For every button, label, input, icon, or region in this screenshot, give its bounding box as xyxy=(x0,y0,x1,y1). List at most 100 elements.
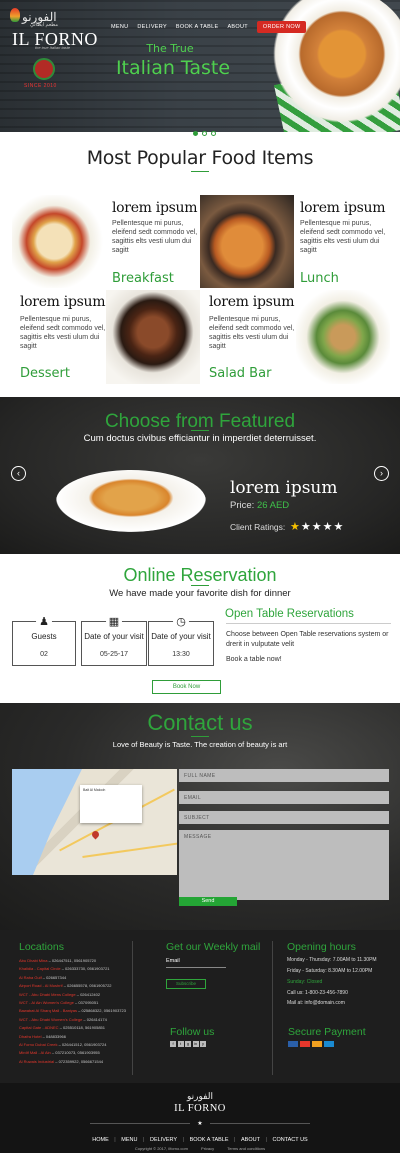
footer-logo-name[interactable]: IL FORNO xyxy=(0,1103,400,1114)
chevron-right-icon[interactable]: › xyxy=(374,466,389,481)
footer-nav-contact[interactable]: CONTACT US xyxy=(272,1137,307,1143)
location-line[interactable]: Capital Gate - ADNEC – 025510118, 561905… xyxy=(19,1025,105,1030)
guests-selector[interactable]: ♟ Guests 02 xyxy=(12,614,76,666)
chevron-left-icon[interactable]: ‹ xyxy=(11,466,26,481)
amex-icon xyxy=(324,1041,334,1047)
open-table-desc: Choose between Open Table reservations s… xyxy=(226,631,389,648)
footer-nav-delivery[interactable]: DELIVERY xyxy=(150,1137,177,1143)
dessert-image[interactable] xyxy=(106,290,200,384)
clock-icon: ◷ xyxy=(173,614,189,630)
popular-heading: Most Popular Food Items xyxy=(86,147,314,169)
location-name: Al Raha Gulf xyxy=(19,974,42,980)
slider-dot-2[interactable] xyxy=(202,131,207,136)
item-title[interactable]: lorem ipsum xyxy=(300,200,386,216)
featured-item-name[interactable]: lorem ipsum xyxy=(230,478,338,498)
location-line[interactable]: Al Ruwais Industrial – 072359922, 056667… xyxy=(19,1059,103,1064)
location-line[interactable]: Abu Dhabi Mina – 026447511, 0561905720 xyxy=(19,958,96,963)
full-name-field[interactable]: FULL NAME xyxy=(179,769,389,782)
location-line[interactable]: Mirdif Mall - Al Ain – 037210073, 056190… xyxy=(19,1050,100,1055)
location-line[interactable]: Dhafra Hotel – 048833966 xyxy=(19,1034,66,1039)
location-line[interactable]: WCT - Abu Dhabi Women's College – 026414… xyxy=(19,1017,107,1022)
nav-menu[interactable]: MENU xyxy=(111,24,128,30)
item-title[interactable]: lorem ipsum xyxy=(112,200,198,216)
location-phones: 026414174 xyxy=(86,1016,107,1022)
send-button[interactable]: Send xyxy=(179,897,237,906)
category-breakfast[interactable]: Breakfast xyxy=(112,271,174,286)
terms-link[interactable]: Terms and conditions xyxy=(227,1146,265,1151)
users-icon: ♟ xyxy=(36,614,52,630)
map-info-window[interactable]: Bait Al Malooh xyxy=(80,785,142,823)
subscribe-button[interactable]: Subscribe xyxy=(166,979,206,989)
google-plus-icon[interactable]: g xyxy=(185,1041,191,1047)
slider-dot-3[interactable] xyxy=(211,131,216,136)
email-label: Email xyxy=(166,958,180,964)
book-now-button[interactable]: Book Now xyxy=(152,680,221,694)
location-phones: 026655578, 0561905722 xyxy=(67,983,112,989)
lunch-image[interactable] xyxy=(200,195,294,288)
fried-shrimp-image[interactable] xyxy=(56,470,206,532)
map-road xyxy=(82,842,177,858)
slider-dot-1[interactable] xyxy=(193,131,198,136)
rating-label: Client Ratings: xyxy=(230,522,286,532)
time-value: 13:30 xyxy=(172,651,190,658)
item-title[interactable]: lorem ipsum xyxy=(209,294,295,310)
nav-book-table[interactable]: BOOK A TABLE xyxy=(176,24,219,30)
location-name: Mirdif Mall - Al Ain xyxy=(19,1050,51,1056)
date-picker[interactable]: ▦ Date of your visit 05-25-17 xyxy=(81,614,147,666)
logo-flame-icon xyxy=(10,8,20,22)
item-desc: Pellentesque mi purus, eleifend sedt com… xyxy=(209,316,295,350)
follow-title: Follow us xyxy=(170,1026,215,1038)
privacy-link[interactable]: Privacy xyxy=(201,1146,214,1151)
location-phones: 026447511, 0561905720 xyxy=(51,958,97,963)
footer-nav-home[interactable]: HOME xyxy=(92,1137,109,1143)
footer-nav-menu[interactable]: MENU xyxy=(121,1137,137,1143)
since-badge-icon xyxy=(33,58,55,80)
breakfast-image[interactable] xyxy=(12,195,106,288)
featured-rating: Client Ratings: ★★★★★ xyxy=(230,520,344,533)
location-line[interactable]: Airport Road - Al Mushrif – 026655578, 0… xyxy=(19,983,112,988)
twitter-icon[interactable]: t xyxy=(177,1041,184,1047)
location-phones: 026441512, 0561903724 xyxy=(61,1042,107,1047)
payment-cards xyxy=(288,1041,334,1047)
map-pin-icon[interactable] xyxy=(90,829,101,840)
phone-number[interactable]: Call us: 1-800-23-456-7890 xyxy=(287,990,348,996)
facebook-icon[interactable]: f xyxy=(170,1041,176,1047)
salad-image[interactable] xyxy=(296,290,390,384)
email-address[interactable]: Mail at: info@domain.com xyxy=(287,1000,345,1006)
order-now-button[interactable]: ORDER NOW xyxy=(256,21,307,33)
location-line[interactable]: Al Forno Dubai Creek – 026441512, 056190… xyxy=(19,1042,106,1047)
email-field[interactable]: EMAIL xyxy=(179,791,389,804)
location-phones: 048833966 xyxy=(45,1033,66,1039)
category-dessert[interactable]: Dessert xyxy=(20,366,70,381)
hours-sunday: Sunday: Closed xyxy=(287,979,323,985)
featured-underline xyxy=(191,430,209,431)
location-line[interactable]: WCT - Abu Dhabi Mens College – 026412402 xyxy=(19,992,100,997)
map-info-title: Bait Al Malooh xyxy=(83,788,106,792)
subject-field[interactable]: SUBJECT xyxy=(179,811,389,824)
nav-about[interactable]: ABOUT xyxy=(227,24,247,30)
footer-divider xyxy=(272,941,273,1075)
location-line[interactable]: Al Raha Gulf – 026657344 xyxy=(19,975,66,980)
location-line[interactable]: Bawabat Al Sharq Mall - Baniyas – 025868… xyxy=(19,1008,126,1013)
category-salad-bar[interactable]: Salad Bar xyxy=(209,366,271,381)
calendar-icon: ▦ xyxy=(106,614,122,630)
location-name: WCT - Al Ain Women's College xyxy=(19,1000,74,1005)
nav-delivery[interactable]: DELIVERY xyxy=(137,24,167,30)
category-lunch[interactable]: Lunch xyxy=(300,271,339,286)
time-picker[interactable]: ◷ Date of your visit 13:30 xyxy=(148,614,214,666)
location-line[interactable]: Khalidia - Capital Circle – 026333730, 0… xyxy=(19,966,110,971)
footer-nav-book[interactable]: BOOK A TABLE xyxy=(190,1137,229,1143)
footer-nav-about[interactable]: ABOUT xyxy=(241,1137,260,1143)
item-desc: Pellentesque mi purus, eleifend sedt com… xyxy=(300,220,386,254)
secure-payment-title: Secure Payment xyxy=(288,1026,366,1038)
location-phones: 026657344 xyxy=(46,974,67,980)
newsletter-email-input[interactable] xyxy=(166,967,226,968)
map-water xyxy=(12,769,82,875)
location-line[interactable]: WCT - Al Ain Women's College – 037095051 xyxy=(19,1000,98,1005)
linkedin-icon[interactable]: in xyxy=(192,1041,199,1047)
youtube-icon[interactable]: y xyxy=(200,1041,206,1047)
item-desc: Pellentesque mi purus, eleifend sedt com… xyxy=(20,316,106,350)
item-title[interactable]: lorem ipsum xyxy=(20,294,106,310)
location-map[interactable]: Bait Al Malooh xyxy=(12,769,177,875)
message-field[interactable]: MESSAGE xyxy=(179,830,389,900)
